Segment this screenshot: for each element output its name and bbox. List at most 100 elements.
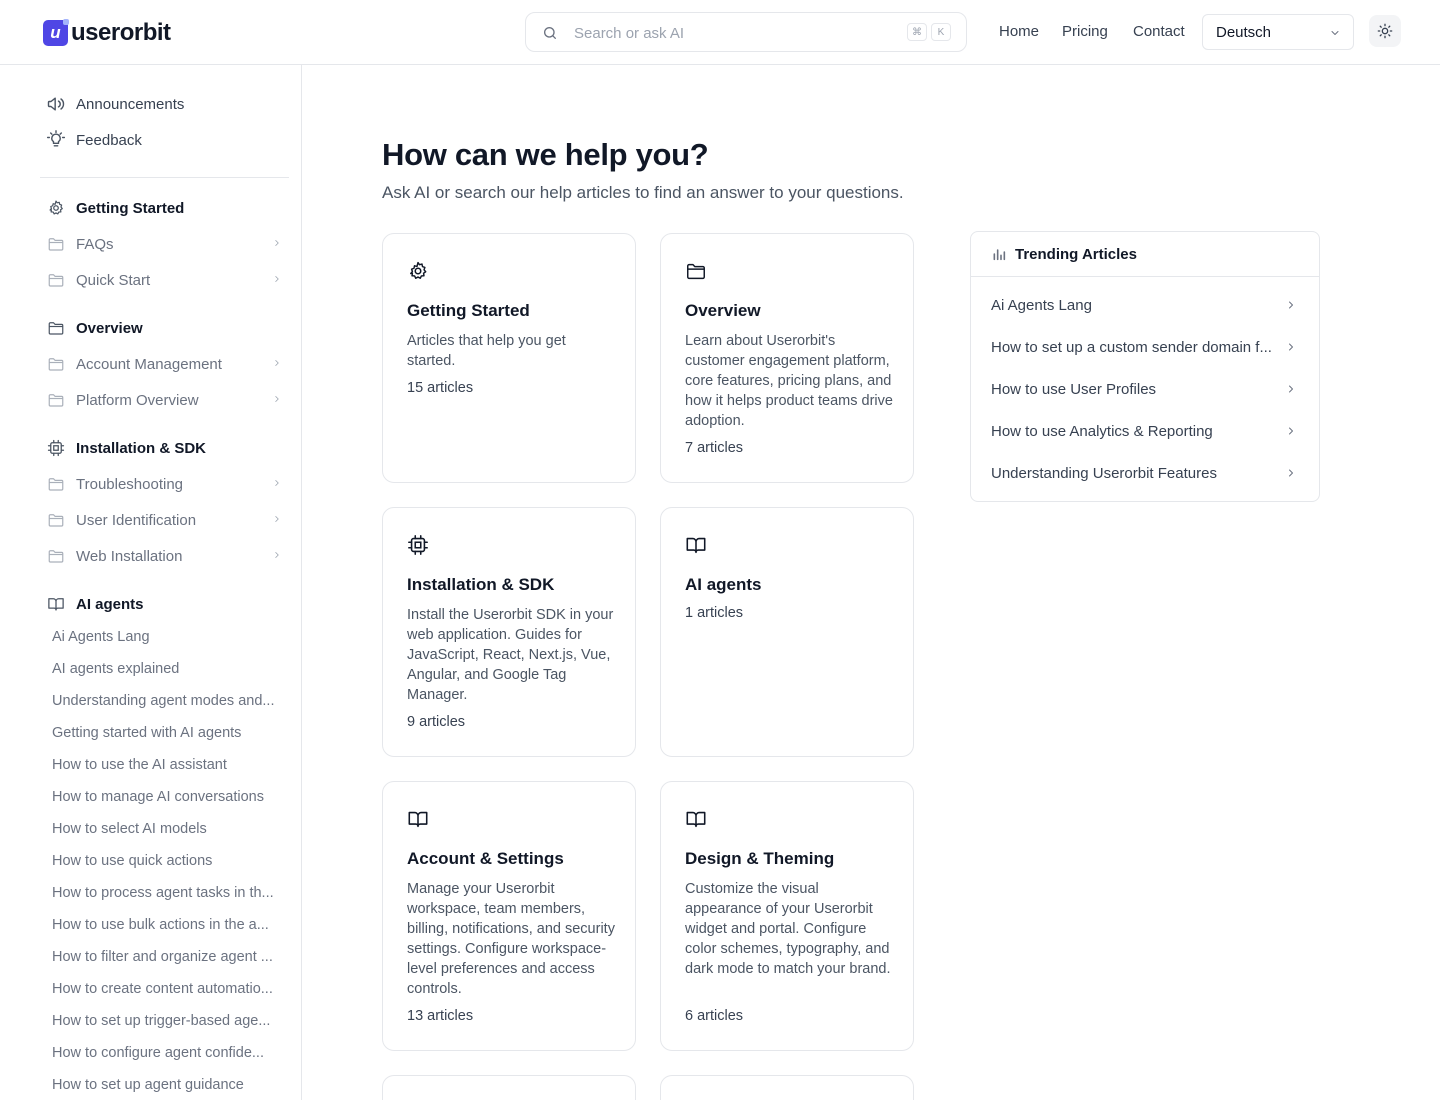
- folder-icon: [46, 510, 66, 530]
- megaphone-icon: [46, 94, 66, 114]
- chevron-right-icon: [1285, 341, 1297, 353]
- category-card-partial[interactable]: [382, 1075, 636, 1100]
- card-article-count: 9 articles: [407, 714, 466, 730]
- chevron-right-icon: [1285, 299, 1297, 311]
- sidebar-item-label: Feedback: [76, 131, 142, 149]
- logo-mark: u: [43, 19, 69, 46]
- book-icon: [685, 534, 707, 561]
- sidebar-article-link[interactable]: How to use bulk actions in the a...: [52, 917, 284, 933]
- sidebar-item-announcements[interactable]: Announcements: [46, 93, 184, 115]
- book-icon: [685, 808, 707, 835]
- sidebar-article-link[interactable]: Understanding agent modes and...: [52, 693, 284, 709]
- card-description: Articles that help you get started.: [407, 333, 566, 369]
- sidebar-item-web-installation[interactable]: Web Installation: [46, 545, 182, 567]
- card-title: Design & Theming: [685, 849, 835, 868]
- category-card-ai-agents[interactable]: AI agents 1 articles: [660, 507, 914, 757]
- card-title: Overview: [685, 301, 761, 320]
- sidebar-article-link[interactable]: How to use quick actions: [52, 853, 284, 869]
- trending-articles-panel: Trending Articles Ai Agents Lang How to …: [970, 231, 1320, 502]
- sidebar-article-link[interactable]: AI agents explained: [52, 661, 284, 677]
- folder-icon: [46, 318, 66, 338]
- sidebar-section-label: Getting Started: [76, 199, 185, 217]
- sidebar-article-link[interactable]: How to create content automatio...: [52, 981, 284, 997]
- folder-icon: [46, 354, 66, 374]
- category-card-installation-sdk[interactable]: Installation & SDK Install the Userorbit…: [382, 507, 636, 757]
- card-article-count: 7 articles: [685, 440, 744, 456]
- category-card-account-settings[interactable]: Account & Settings Manage your Userorbit…: [382, 781, 636, 1051]
- gear-icon: [407, 260, 429, 287]
- sidebar-section-getting-started[interactable]: Getting Started: [46, 197, 184, 219]
- sidebar-item-label: Web Installation: [76, 547, 183, 565]
- category-card-design-theming[interactable]: Design & Theming Customize the visual ap…: [660, 781, 914, 1051]
- sidebar-item-label: User Identification: [76, 511, 197, 529]
- trending-article-link[interactable]: How to set up a custom sender domain f..…: [991, 336, 1301, 358]
- card-article-count: 1 articles: [685, 605, 744, 621]
- sidebar-section-installation-sdk[interactable]: Installation & SDK: [46, 437, 206, 459]
- sidebar-article-link[interactable]: Getting started with AI agents: [52, 725, 284, 741]
- folder-icon: [46, 234, 66, 254]
- trending-article-link[interactable]: How to use User Profiles: [991, 378, 1301, 400]
- sidebar-article-link[interactable]: How to use the AI assistant: [52, 757, 284, 773]
- card-title: Installation & SDK: [407, 575, 555, 594]
- chevron-right-icon: [1285, 467, 1297, 479]
- sidebar-item-account-management[interactable]: Account Management: [46, 353, 222, 375]
- sidebar-article-link[interactable]: How to filter and organize agent ...: [52, 949, 284, 965]
- sidebar-article-link[interactable]: How to manage AI conversations: [52, 789, 284, 805]
- sidebar: Announcements Feedback Getting Started F…: [0, 65, 302, 1100]
- folder-icon: [46, 474, 66, 494]
- sidebar-item-feedback[interactable]: Feedback: [46, 129, 142, 151]
- shortcut-cmd-key: ⌘: [907, 23, 927, 41]
- chevron-right-icon: [272, 238, 282, 248]
- sidebar-item-user-identification[interactable]: User Identification: [46, 509, 196, 531]
- card-article-count: 15 articles: [407, 380, 474, 396]
- page-subtitle: Ask AI or search our help articles to fi…: [382, 183, 904, 202]
- sidebar-article-link[interactable]: How to configure agent confide...: [52, 1045, 284, 1061]
- sidebar-article-link[interactable]: Ai Agents Lang: [52, 629, 284, 645]
- chevron-right-icon: [272, 274, 282, 284]
- trending-title: Trending Articles: [1015, 245, 1137, 263]
- trending-article-title: Ai Agents Lang: [991, 296, 1092, 314]
- sidebar-item-platform-overview[interactable]: Platform Overview: [46, 389, 199, 411]
- sidebar-item-quick-start[interactable]: Quick Start: [46, 269, 150, 291]
- category-card-partial[interactable]: [660, 1075, 914, 1100]
- chevron-right-icon: [1285, 425, 1297, 437]
- sidebar-article-link[interactable]: How to select AI models: [52, 821, 284, 837]
- sidebar-divider: [40, 177, 289, 178]
- trending-article-link[interactable]: Understanding Userorbit Features: [991, 462, 1301, 484]
- folder-icon: [46, 546, 66, 566]
- card-article-count: 13 articles: [407, 1008, 474, 1024]
- category-card-overview[interactable]: Overview Learn about Userorbit's custome…: [660, 233, 914, 483]
- chevron-right-icon: [272, 478, 282, 488]
- logo-text: userorbit: [71, 19, 171, 46]
- folder-icon: [46, 270, 66, 290]
- top-header: u userorbit ⌘ K Home Pricing Contact Deu…: [0, 0, 1440, 65]
- chevron-right-icon: [272, 358, 282, 368]
- book-icon: [407, 808, 429, 835]
- category-card-getting-started[interactable]: Getting Started Articles that help you g…: [382, 233, 636, 483]
- card-description: Learn about Userorbit's customer engagem…: [685, 333, 893, 429]
- sidebar-item-faqs[interactable]: FAQs: [46, 233, 114, 255]
- search-box[interactable]: ⌘ K: [525, 12, 967, 52]
- sidebar-section-ai-agents[interactable]: AI agents: [46, 593, 144, 615]
- theme-toggle-button[interactable]: [1369, 15, 1401, 47]
- trending-article-link[interactable]: How to use Analytics & Reporting: [991, 420, 1301, 442]
- chevron-down-icon: [1331, 31, 1339, 35]
- nav-contact-link[interactable]: Contact: [1133, 23, 1185, 40]
- trending-article-link[interactable]: Ai Agents Lang: [991, 294, 1301, 316]
- sidebar-item-troubleshooting[interactable]: Troubleshooting: [46, 473, 183, 495]
- trending-article-title: Understanding Userorbit Features: [991, 464, 1217, 482]
- userorbit-logo[interactable]: u userorbit: [43, 19, 171, 47]
- sun-icon: [1377, 23, 1393, 39]
- language-value: Deutsch: [1216, 24, 1272, 41]
- search-input[interactable]: [574, 22, 894, 44]
- nav-home-link[interactable]: Home: [999, 23, 1039, 40]
- sidebar-article-link[interactable]: How to set up trigger-based age...: [52, 1013, 284, 1029]
- folder-icon: [46, 390, 66, 410]
- sidebar-section-overview[interactable]: Overview: [46, 317, 143, 339]
- card-description: Install the Userorbit SDK in your web ap…: [407, 607, 614, 703]
- sidebar-article-link[interactable]: How to set up agent guidance: [52, 1077, 284, 1093]
- language-select[interactable]: Deutsch: [1202, 14, 1354, 50]
- sidebar-article-link[interactable]: How to process agent tasks in th...: [52, 885, 284, 901]
- shortcut-k-key: K: [931, 23, 951, 41]
- nav-pricing-link[interactable]: Pricing: [1062, 23, 1108, 40]
